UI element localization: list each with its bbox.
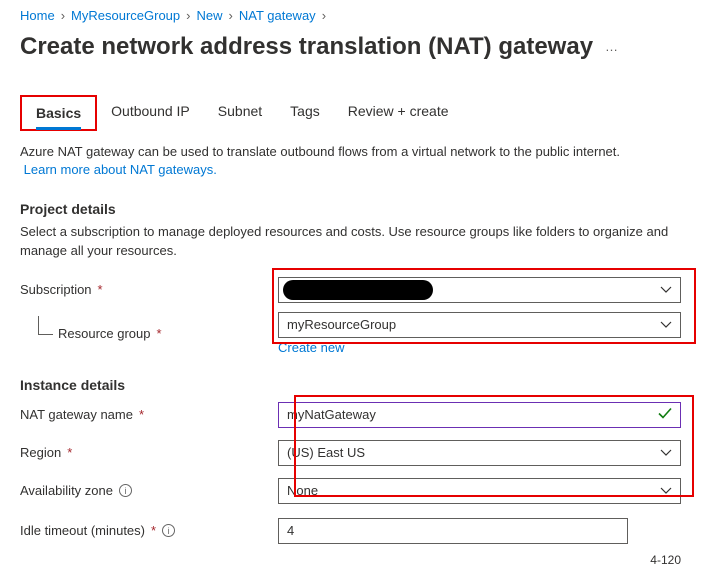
- breadcrumb-resource-group[interactable]: MyResourceGroup: [71, 8, 180, 23]
- chevron-down-icon: [660, 286, 672, 294]
- subscription-select[interactable]: [278, 277, 681, 303]
- region-label: Region*: [20, 445, 278, 460]
- breadcrumb-new[interactable]: New: [196, 8, 222, 23]
- tab-review-create[interactable]: Review + create: [334, 95, 463, 131]
- chevron-down-icon: [660, 487, 672, 495]
- redacted-subscription-value: [283, 280, 433, 300]
- idle-timeout-hint: 4-120: [20, 553, 681, 567]
- resource-group-label: Resource group*: [20, 326, 278, 341]
- tabs: Basics Outbound IP Subnet Tags Review + …: [20, 95, 681, 131]
- description-text: Azure NAT gateway can be used to transla…: [20, 143, 681, 179]
- tab-outbound-ip[interactable]: Outbound IP: [97, 95, 204, 131]
- idle-timeout-label: Idle timeout (minutes)* i: [20, 523, 278, 538]
- nat-gateway-name-input[interactable]: myNatGateway: [278, 402, 681, 428]
- project-details-heading: Project details: [20, 201, 681, 217]
- region-select[interactable]: (US) East US: [278, 440, 681, 466]
- chevron-down-icon: [660, 449, 672, 457]
- project-details-desc: Select a subscription to manage deployed…: [20, 223, 681, 259]
- breadcrumb-nat-gateway[interactable]: NAT gateway: [239, 8, 316, 23]
- tab-tags[interactable]: Tags: [276, 95, 334, 131]
- idle-timeout-input[interactable]: 4: [278, 518, 628, 544]
- more-actions-button[interactable]: …: [605, 39, 620, 54]
- availability-zone-label: Availability zone i: [20, 483, 278, 498]
- breadcrumb: Home › MyResourceGroup › New › NAT gatew…: [20, 6, 681, 29]
- chevron-right-icon: ›: [186, 8, 190, 23]
- subscription-label: Subscription*: [20, 282, 278, 297]
- page-title: Create network address translation (NAT)…: [20, 33, 593, 61]
- chevron-right-icon: ›: [61, 8, 65, 23]
- checkmark-icon: [658, 407, 672, 422]
- resource-group-select[interactable]: myResourceGroup: [278, 312, 681, 338]
- breadcrumb-home[interactable]: Home: [20, 8, 55, 23]
- tab-subnet[interactable]: Subnet: [204, 95, 276, 131]
- info-icon[interactable]: i: [119, 484, 132, 497]
- nat-gateway-name-label: NAT gateway name*: [20, 407, 278, 422]
- info-icon[interactable]: i: [162, 524, 175, 537]
- tab-basics[interactable]: Basics: [20, 95, 97, 131]
- create-new-rg-link[interactable]: Create new: [278, 340, 681, 355]
- chevron-right-icon: ›: [229, 8, 233, 23]
- learn-more-link[interactable]: Learn more about NAT gateways.: [24, 162, 217, 177]
- chevron-right-icon: ›: [322, 8, 326, 23]
- availability-zone-select[interactable]: None: [278, 478, 681, 504]
- chevron-down-icon: [660, 321, 672, 329]
- instance-details-heading: Instance details: [20, 377, 681, 393]
